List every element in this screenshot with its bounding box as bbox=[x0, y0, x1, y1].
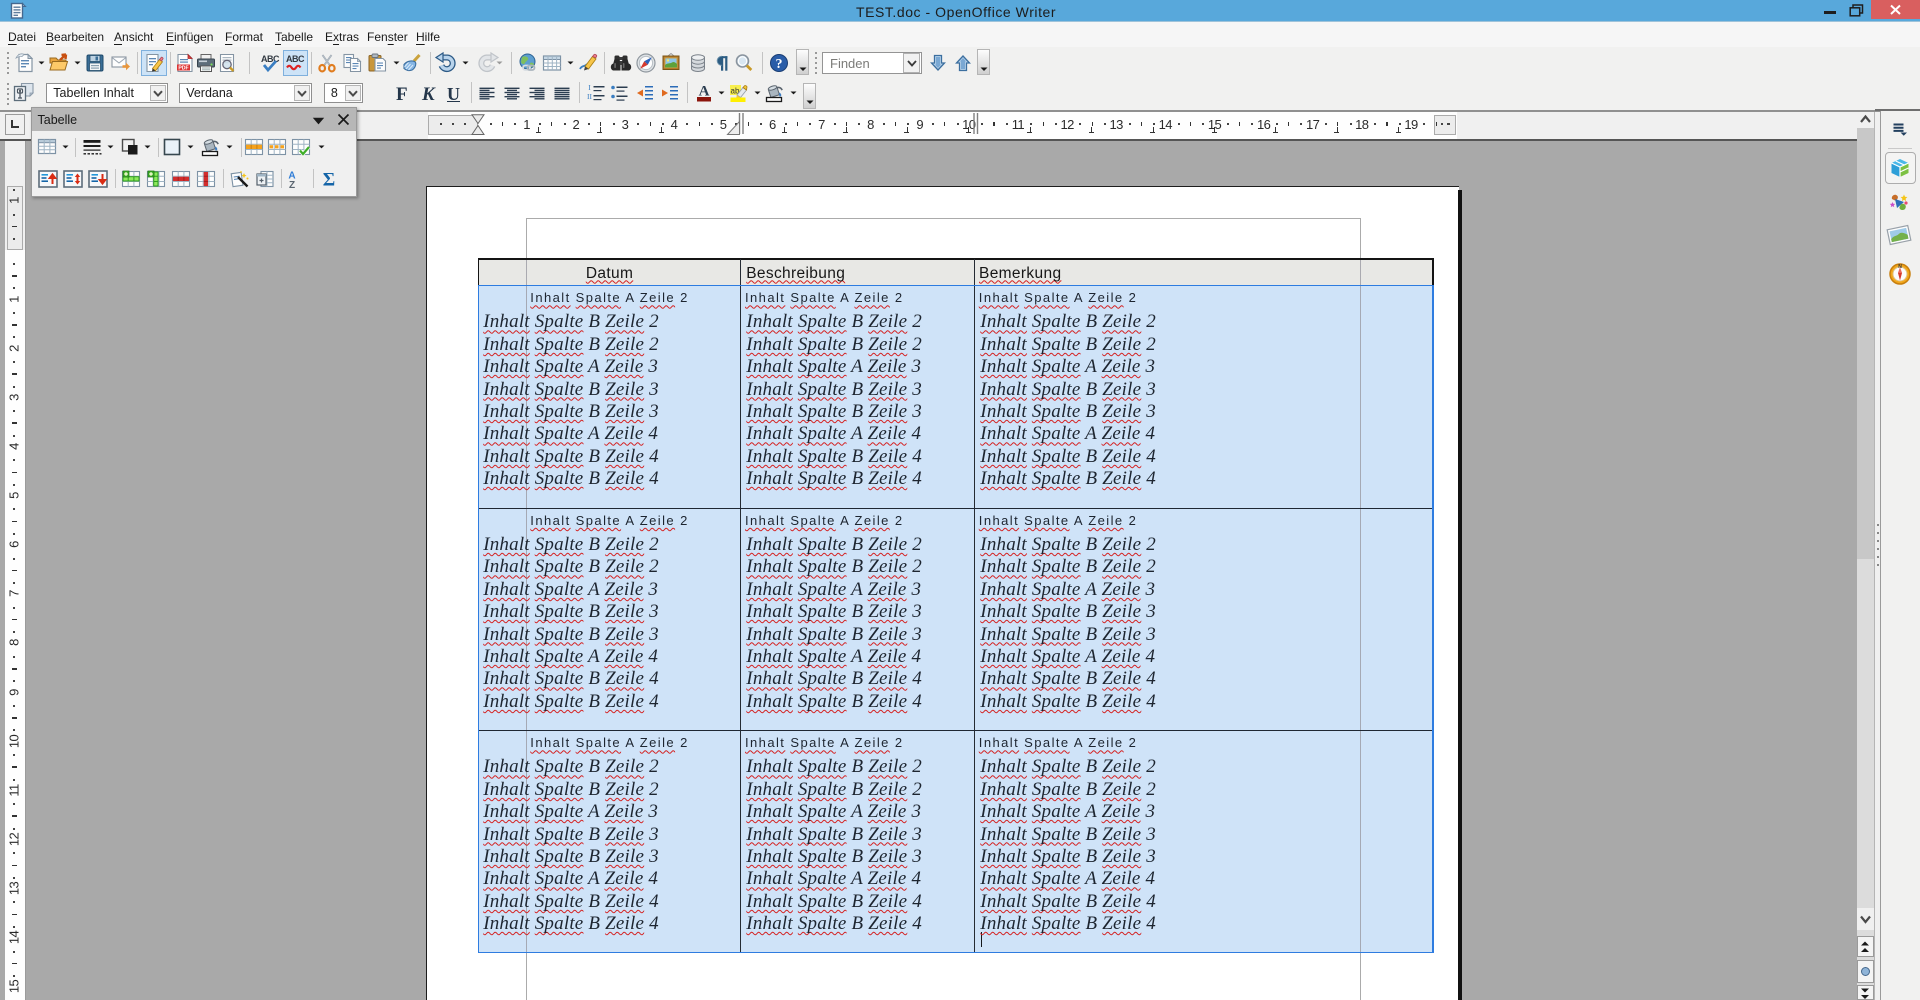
svg-text:ABC: ABC bbox=[261, 54, 280, 64]
svg-text:N: N bbox=[1898, 264, 1902, 270]
svg-text:PDF: PDF bbox=[178, 65, 188, 71]
svg-text:Σ: Σ bbox=[322, 169, 334, 190]
svg-text:II: II bbox=[587, 92, 592, 101]
svg-text:Z: Z bbox=[289, 180, 295, 191]
svg-text:I: I bbox=[588, 83, 591, 92]
svg-text:ABC: ABC bbox=[286, 54, 305, 64]
svg-text:?: ? bbox=[775, 57, 782, 72]
